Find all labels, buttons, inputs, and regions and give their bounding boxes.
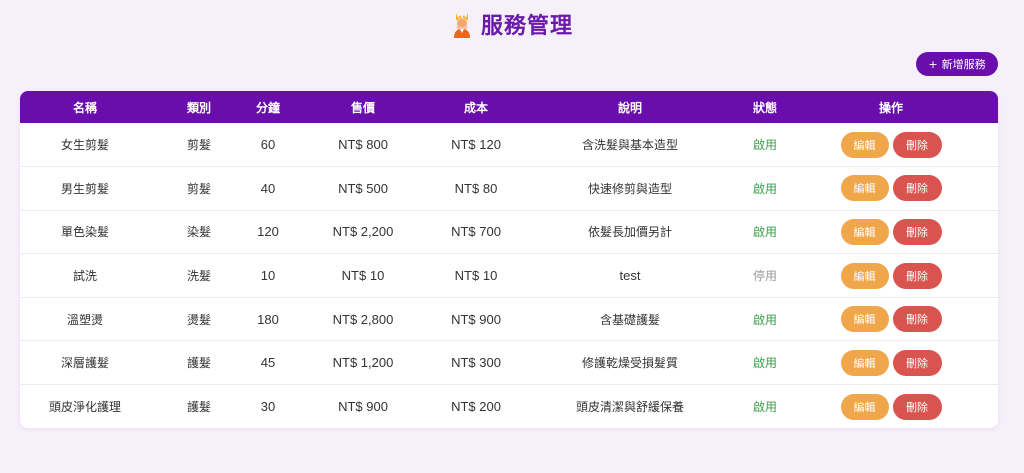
cell-actions: 編輯 刪除	[784, 123, 998, 167]
page-header: 服務管理	[0, 8, 1024, 40]
cell-price: NT$ 1,200	[332, 355, 394, 371]
cell-minutes: 10	[260, 268, 276, 284]
status-badge: 啟用	[752, 400, 777, 415]
cell-name: 單色染髮	[60, 225, 109, 240]
add-service-button[interactable]: + 新增服務	[916, 52, 998, 76]
cell-name: 男生剪髮	[60, 181, 109, 196]
cell-category: 剪髮	[186, 138, 211, 153]
table-row: 女生剪髮 剪髮 60 NT$ 800 NT$ 120 含洗髮與基本造型 啟用 編…	[20, 123, 998, 167]
cell-price: NT$ 800	[338, 137, 388, 153]
cell-category: 護髮	[186, 400, 211, 415]
edit-button[interactable]: 編輯	[840, 306, 889, 333]
cell-price: NT$ 900	[338, 399, 388, 415]
cell-cost: NT$ 900	[451, 311, 501, 327]
col-header-actions: 操作	[878, 100, 903, 115]
cell-price: NT$ 2,200	[332, 224, 394, 240]
col-header-name[interactable]: 名稱	[20, 91, 150, 123]
edit-button[interactable]: 編輯	[840, 393, 889, 420]
cell-description: 快速修剪與造型	[587, 181, 672, 196]
delete-button[interactable]: 刪除	[892, 262, 942, 289]
edit-button[interactable]: 編輯	[840, 262, 889, 289]
cell-description: 含基礎護髮	[599, 312, 660, 327]
cell-category: 燙髮	[186, 312, 211, 327]
col-header-category[interactable]: 類別	[150, 91, 248, 123]
edit-button[interactable]: 編輯	[840, 218, 889, 245]
delete-button[interactable]: 刪除	[892, 306, 942, 333]
cell-actions: 編輯 刪除	[784, 254, 998, 298]
status-badge: 啟用	[752, 356, 777, 371]
cell-actions: 編輯 刪除	[784, 341, 998, 385]
cell-name: 頭皮淨化護理	[48, 400, 121, 415]
status-badge: 啟用	[752, 138, 777, 153]
table-header-row: 名稱 類別 分鐘 售價 成本 說明 狀態 操作	[20, 91, 998, 123]
barber-person-icon	[453, 13, 470, 38]
cell-name: 深層護髮	[60, 356, 109, 371]
table-row: 單色染髮 染髮 120 NT$ 2,200 NT$ 700 依髮長加價另計 啟用…	[20, 210, 998, 254]
cell-price: NT$ 2,800	[332, 311, 394, 327]
cell-price: NT$ 10	[341, 268, 385, 284]
cell-actions: 編輯 刪除	[784, 210, 998, 254]
cell-cost: NT$ 700	[451, 224, 501, 240]
cell-cost: NT$ 120	[451, 137, 501, 153]
edit-button[interactable]: 編輯	[840, 131, 889, 158]
cell-cost: NT$ 80	[454, 180, 498, 196]
delete-button[interactable]: 刪除	[892, 349, 942, 376]
cell-description: 修護乾燥受損髮質	[581, 356, 678, 371]
table-row: 男生剪髮 剪髮 40 NT$ 500 NT$ 80 快速修剪與造型 啟用 編輯 …	[20, 167, 998, 211]
cell-actions: 編輯 刪除	[784, 385, 998, 428]
cell-minutes: 30	[260, 399, 276, 415]
page-title: 服務管理	[480, 14, 573, 39]
delete-button[interactable]: 刪除	[892, 175, 942, 202]
table-row: 深層護髮 護髮 45 NT$ 1,200 NT$ 300 修護乾燥受損髮質 啟用…	[20, 341, 998, 385]
status-badge: 停用	[752, 269, 777, 284]
col-header-description[interactable]: 說明	[514, 91, 746, 123]
delete-button[interactable]: 刪除	[892, 218, 942, 245]
cell-actions: 編輯 刪除	[784, 297, 998, 341]
cell-name: 女生剪髮	[60, 138, 109, 153]
services-table: 名稱 類別 分鐘 售價 成本 說明 狀態 操作 女生剪髮 剪髮 60 NT$ 8…	[20, 91, 998, 428]
services-table-container: 名稱 類別 分鐘 售價 成本 說明 狀態 操作 女生剪髮 剪髮 60 NT$ 8…	[20, 91, 998, 428]
delete-button[interactable]: 刪除	[892, 393, 942, 420]
cell-name: 溫塑燙	[66, 312, 103, 327]
delete-button[interactable]: 刪除	[892, 131, 942, 158]
col-header-status[interactable]: 狀態	[746, 91, 784, 123]
cell-category: 剪髮	[186, 181, 211, 196]
cell-description: 含洗髮與基本造型	[581, 138, 678, 153]
status-badge: 啟用	[752, 181, 777, 196]
cell-minutes: 60	[260, 137, 276, 153]
cell-name: 試洗	[72, 269, 97, 284]
cell-description: 頭皮清潔與舒緩保養	[575, 400, 684, 415]
cell-actions: 編輯 刪除	[784, 167, 998, 211]
edit-button[interactable]: 編輯	[840, 175, 889, 202]
status-badge: 啟用	[752, 312, 777, 327]
plus-icon: +	[928, 57, 938, 71]
cell-minutes: 40	[260, 180, 276, 196]
cell-cost: NT$ 200	[451, 399, 501, 415]
col-header-price[interactable]: 售價	[288, 91, 438, 123]
table-row: 溫塑燙 燙髮 180 NT$ 2,800 NT$ 900 含基礎護髮 啟用 編輯…	[20, 297, 998, 341]
cell-description: test	[619, 268, 641, 284]
status-badge: 啟用	[752, 225, 777, 240]
cell-cost: NT$ 10	[454, 268, 498, 284]
cell-minutes: 180	[257, 311, 279, 327]
table-row: 試洗 洗髮 10 NT$ 10 NT$ 10 test 停用 編輯 刪除	[20, 254, 998, 298]
edit-button[interactable]: 編輯	[840, 349, 889, 376]
table-row: 頭皮淨化護理 護髮 30 NT$ 900 NT$ 200 頭皮清潔與舒緩保養 啟…	[20, 385, 998, 428]
cell-cost: NT$ 300	[451, 355, 501, 371]
cell-category: 染髮	[186, 225, 211, 240]
cell-minutes: 120	[257, 224, 279, 240]
cell-category: 護髮	[186, 356, 211, 371]
cell-description: 依髮長加價另計	[587, 225, 672, 240]
col-header-minutes[interactable]: 分鐘	[248, 91, 288, 123]
cell-price: NT$ 500	[338, 180, 388, 196]
cell-category: 洗髮	[186, 269, 211, 284]
add-service-label: 新增服務	[941, 58, 986, 71]
col-header-cost[interactable]: 成本	[438, 91, 514, 123]
cell-minutes: 45	[260, 355, 276, 371]
